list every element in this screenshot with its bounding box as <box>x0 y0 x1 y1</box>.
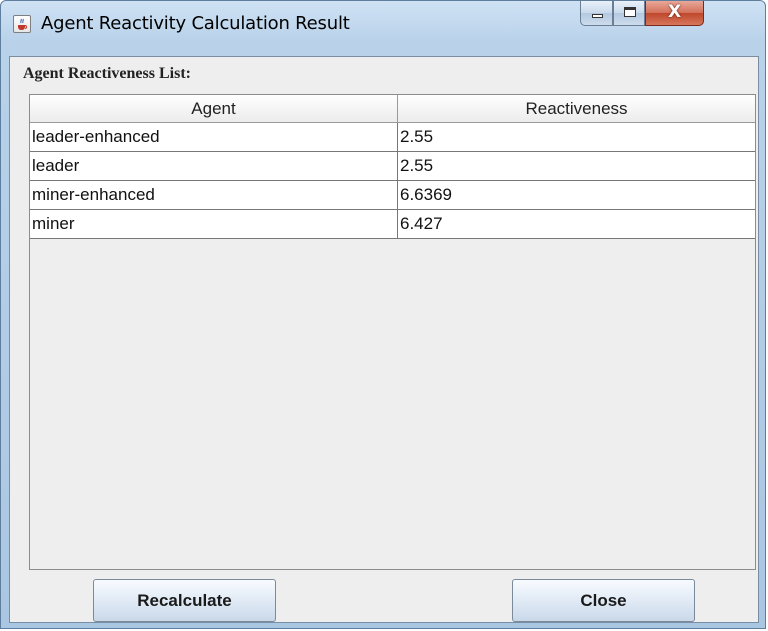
window-title: Agent Reactivity Calculation Result <box>41 13 350 34</box>
agent-cell[interactable]: miner <box>30 209 398 239</box>
agent-cell[interactable]: leader-enhanced <box>30 122 398 152</box>
close-button[interactable]: Close <box>512 579 695 622</box>
table-row[interactable]: miner-enhanced 6.6369 <box>30 180 755 210</box>
close-icon: X <box>667 2 682 22</box>
table-row[interactable]: leader 2.55 <box>30 151 755 181</box>
reactiveness-cell[interactable]: 6.6369 <box>397 180 755 210</box>
reactiveness-cell[interactable]: 2.55 <box>397 122 755 152</box>
reactiveness-cell[interactable]: 2.55 <box>397 151 755 181</box>
button-bar: Recalculate Close <box>29 570 756 622</box>
column-header-reactiveness[interactable]: Reactiveness <box>397 95 755 123</box>
maximize-button[interactable] <box>613 1 645 26</box>
minimize-icon <box>592 14 603 18</box>
reactiveness-table: Agent Reactiveness leader-enhanced 2.55 … <box>29 94 756 570</box>
list-heading: Agent Reactiveness List: <box>23 65 191 82</box>
table-row[interactable]: miner 6.427 <box>30 209 755 239</box>
java-cup-icon[interactable] <box>13 15 31 33</box>
recalculate-button[interactable]: Recalculate <box>93 579 276 622</box>
column-header-agent[interactable]: Agent <box>30 95 398 123</box>
table-row[interactable]: leader-enhanced 2.55 <box>30 122 755 152</box>
agent-cell[interactable]: miner-enhanced <box>30 180 398 210</box>
close-window-button[interactable]: X <box>645 1 704 26</box>
maximize-icon <box>624 7 636 17</box>
agent-cell[interactable]: leader <box>30 151 398 181</box>
content-pane: Agent Reactiveness List: Agent Reactiven… <box>9 56 759 623</box>
table-header-row: Agent Reactiveness <box>30 95 755 123</box>
minimize-button[interactable] <box>580 1 613 26</box>
dialog-window: Agent Reactivity Calculation Result X Ag… <box>0 0 766 629</box>
title-bar[interactable]: Agent Reactivity Calculation Result X <box>1 1 765 56</box>
reactiveness-cell[interactable]: 6.427 <box>397 209 755 239</box>
